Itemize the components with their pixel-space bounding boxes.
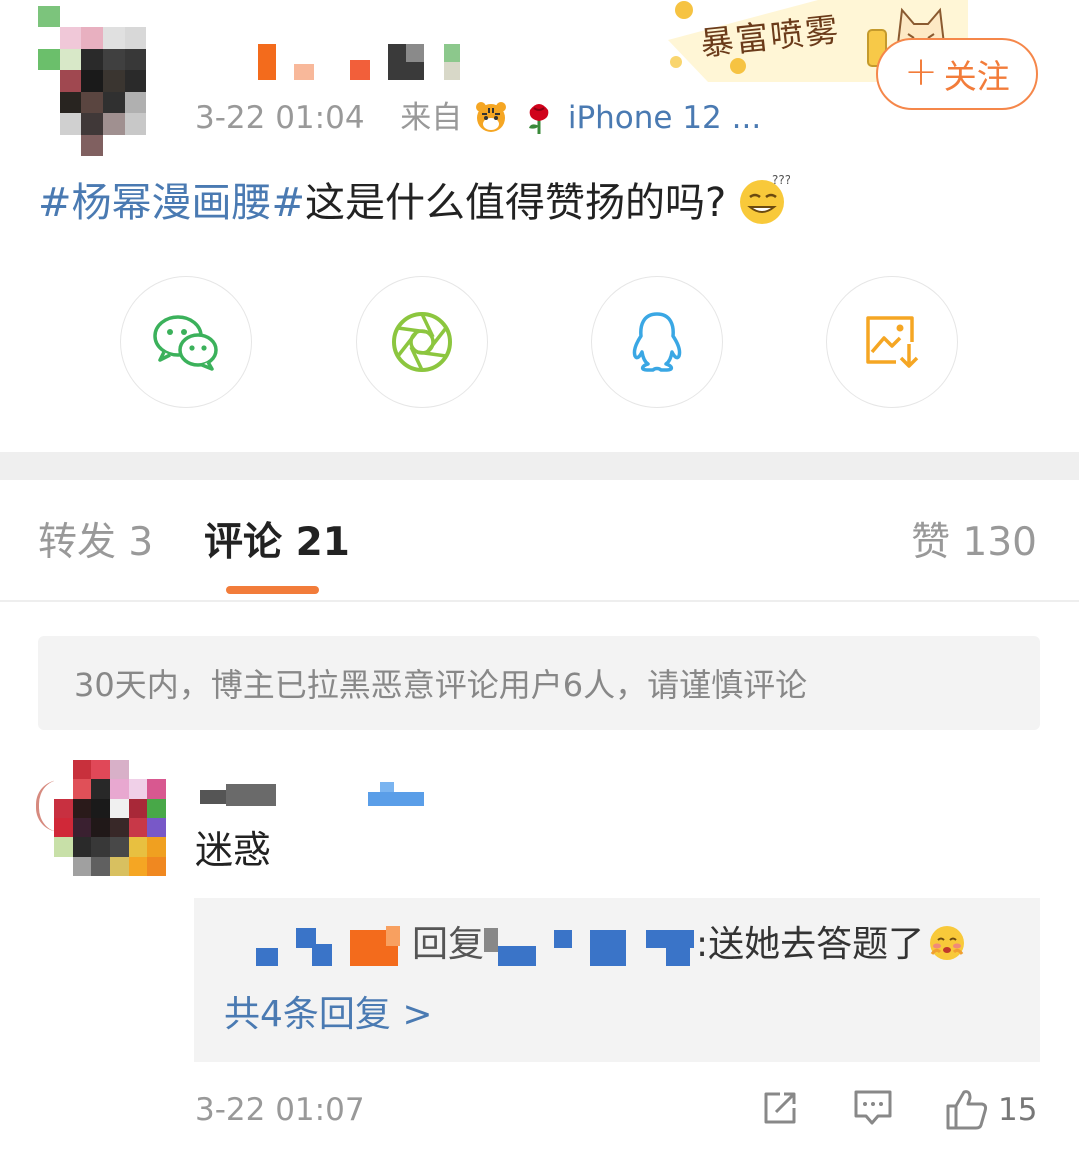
- post-body-text: 这是什么值得赞扬的吗?: [305, 180, 727, 226]
- follow-button[interactable]: + 关注: [876, 38, 1038, 110]
- tab-like[interactable]: 赞 130: [911, 518, 1037, 568]
- share-moments-button[interactable]: [356, 276, 488, 408]
- wechat-icon: [153, 315, 218, 371]
- comment-reply-button[interactable]: [852, 1088, 894, 1128]
- share-qq-button[interactable]: [591, 276, 723, 408]
- follow-label: 关注: [943, 57, 1010, 96]
- thumbs-up-icon: [946, 1090, 988, 1130]
- svg-text:???: ???: [772, 173, 790, 187]
- qq-penguin-icon: [632, 312, 682, 372]
- block-notice: 30天内，博主已拉黑恶意评论用户6人，请谨慎评论: [38, 636, 1040, 730]
- tab-repost[interactable]: 转发 3: [38, 518, 153, 568]
- share-out-icon: [764, 1092, 796, 1124]
- comment-like-button[interactable]: 15: [944, 1088, 1037, 1132]
- post-topic-link[interactable]: #杨幂漫画腰#: [38, 180, 305, 226]
- post-meta: 3-22 01:04 来自 iPhone 12 ...: [195, 98, 761, 138]
- shy-emoji-icon: [930, 926, 965, 960]
- post-device-link[interactable]: iPhone 12 ...: [568, 100, 761, 136]
- post-time: 3-22 01:04: [195, 100, 365, 136]
- comment-time: 3-22 01:07: [195, 1092, 365, 1128]
- tab-comment[interactable]: 评论 21: [204, 518, 350, 568]
- section-separator: [0, 452, 1079, 480]
- rose-emoji-icon: [528, 104, 549, 134]
- post-content: #杨幂漫画腰#这是什么值得赞扬的吗? ???: [38, 172, 790, 231]
- commenter-avatar[interactable]: [54, 760, 166, 876]
- reply-body-text: :送她去答题了: [696, 920, 966, 970]
- post-author-avatar[interactable]: [38, 6, 168, 156]
- reply-preview[interactable]: 回复 :送她去答题了: [256, 920, 1016, 970]
- post-source-prefix: 来自: [400, 100, 463, 136]
- post-author-name-redacted[interactable]: [258, 44, 478, 82]
- share-row: [0, 276, 1079, 410]
- moments-aperture-icon: [392, 312, 452, 372]
- plus-icon: +: [904, 49, 938, 95]
- tab-divider: [0, 600, 1079, 602]
- share-save-image-button[interactable]: [826, 276, 958, 408]
- save-image-icon: [866, 316, 919, 368]
- commenter-name-redacted[interactable]: [200, 782, 430, 812]
- comment-repost-button[interactable]: [760, 1088, 800, 1128]
- comment-bubble-icon: [854, 1090, 892, 1125]
- tiger-emoji-icon: [476, 102, 507, 132]
- comment-like-count: 15: [998, 1092, 1038, 1128]
- smirk-question-emoji-icon: ???: [740, 173, 790, 224]
- reply-word: 回复: [412, 924, 485, 965]
- active-tab-indicator: [226, 586, 319, 594]
- more-replies-link[interactable]: 共4条回复 >: [224, 990, 433, 1040]
- share-wechat-button[interactable]: [120, 276, 252, 408]
- comment-text: 迷惑: [195, 828, 272, 872]
